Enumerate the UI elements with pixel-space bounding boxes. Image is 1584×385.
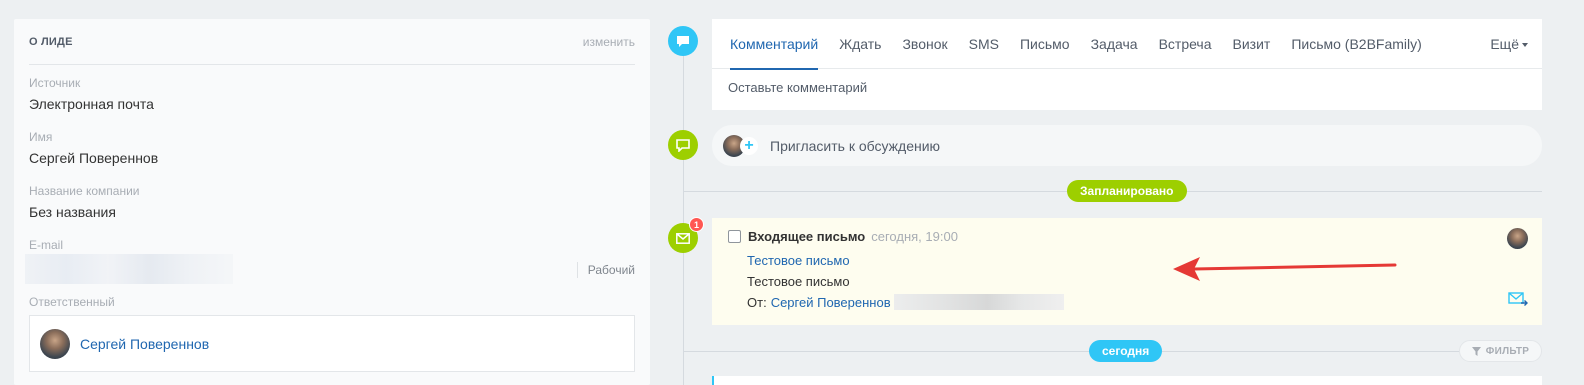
tab-visit[interactable]: Визит — [1233, 19, 1271, 69]
lead-info-panel: О ЛИДЕ изменить Источник Электронная поч… — [14, 19, 650, 385]
mail-header: Входящее письмо сегодня, 19:00 — [728, 229, 958, 244]
field-company: Название компании Без названия — [29, 184, 635, 221]
caret-down-icon — [1522, 43, 1528, 48]
tab-comment[interactable]: Комментарий — [730, 19, 819, 70]
tab-sms[interactable]: SMS — [969, 19, 999, 69]
field-email: E-mail Рабочий — [25, 238, 635, 284]
tab-meeting[interactable]: Встреча — [1159, 19, 1212, 69]
field-value: Сергей Повереннов — [29, 150, 159, 166]
discussion-icon — [668, 130, 698, 160]
filter-icon — [1471, 346, 1481, 356]
field-label: Ответственный — [29, 295, 115, 309]
crm-lead-page: О ЛИДЕ изменить Источник Электронная поч… — [0, 0, 1584, 385]
email-value-redacted[interactable] — [25, 254, 233, 284]
activity-composer: Комментарий Ждать Звонок SMS Письмо Зада… — [712, 19, 1542, 110]
field-value: Электронная почта — [29, 96, 154, 112]
notification-badge: 1 — [689, 217, 704, 232]
composer-tabs: Комментарий Ждать Звонок SMS Письмо Зада… — [712, 19, 1542, 70]
invite-label: Пригласить к обсуждению — [770, 137, 941, 154]
avatar[interactable] — [1507, 228, 1528, 249]
field-label: E-mail — [29, 238, 64, 252]
comment-input[interactable]: Оставьте комментарий — [712, 69, 1542, 95]
filter-label: ФИЛЬТР — [1485, 345, 1530, 357]
email-row: Рабочий — [25, 252, 635, 284]
plus-icon[interactable]: + — [740, 136, 758, 155]
planned-badge: Запланировано — [1067, 180, 1187, 202]
more-tabs-button[interactable]: Ещё — [1490, 19, 1528, 69]
avatar[interactable] — [40, 328, 70, 359]
responsible-box: Сергей Повереннов — [29, 315, 635, 372]
from-email-redacted — [893, 294, 1064, 310]
tab-task[interactable]: Задача — [1091, 19, 1138, 69]
email-type: Рабочий — [576, 262, 635, 278]
lead-panel-header: О ЛИДЕ изменить — [29, 19, 635, 65]
mail-body: Тестовое письмо — [747, 274, 850, 289]
reply-mail-icon[interactable] — [1508, 291, 1528, 307]
field-value: Без названия — [29, 204, 116, 220]
tab-email[interactable]: Письмо — [1020, 19, 1070, 69]
mail-subject-link[interactable]: Тестовое письмо — [747, 253, 850, 268]
red-arrow-annotation — [1173, 257, 1397, 281]
tab-call[interactable]: Звонок — [902, 19, 947, 69]
more-label: Ещё — [1490, 36, 1519, 52]
mail-from: От: Сергей Повереннов — [747, 294, 1064, 310]
field-responsible: Ответственный Сергей Повереннов — [29, 295, 635, 372]
field-label: Имя — [29, 130, 53, 144]
invite-to-discussion[interactable]: + Пригласить к обсуждению — [712, 125, 1542, 166]
edit-link[interactable]: изменить — [583, 35, 635, 49]
mail-time: сегодня, 19:00 — [871, 229, 958, 244]
field-source: Источник Электронная почта — [29, 76, 635, 113]
complete-checkbox[interactable] — [728, 230, 741, 243]
filter-button[interactable]: ФИЛЬТР — [1459, 340, 1542, 362]
timeline-line — [683, 40, 684, 385]
from-name-link[interactable]: Сергей Повереннов — [771, 295, 891, 310]
comment-icon — [668, 26, 698, 56]
next-timeline-item — [712, 376, 1542, 385]
lead-panel-title: О ЛИДЕ — [29, 35, 73, 48]
field-label: Название компании — [29, 184, 140, 198]
today-badge: сегодня — [1089, 340, 1163, 362]
from-label: От: — [747, 294, 767, 310]
field-name: Имя Сергей Повереннов — [29, 130, 635, 167]
field-label: Источник — [29, 76, 81, 90]
tab-wait[interactable]: Ждать — [839, 19, 881, 69]
tab-email-b2bfamily[interactable]: Письмо (B2BFamily) — [1291, 19, 1421, 69]
responsible-name-link[interactable]: Сергей Повереннов — [80, 336, 209, 352]
incoming-mail-card: Входящее письмо сегодня, 19:00 Тестовое … — [712, 218, 1542, 325]
mail-title: Входящее письмо — [748, 229, 866, 244]
